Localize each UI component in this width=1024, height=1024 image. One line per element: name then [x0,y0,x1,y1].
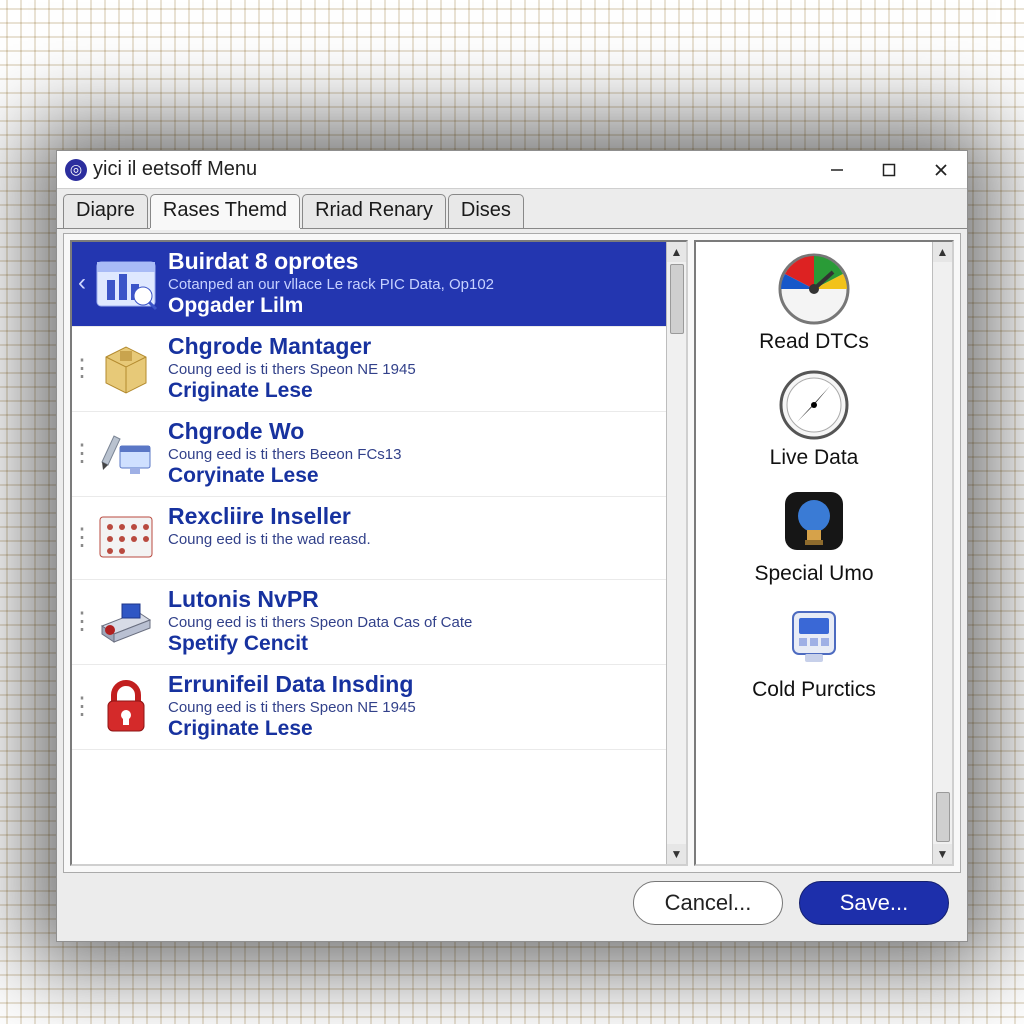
tab-rriad-renary[interactable]: Rriad Renary [302,194,446,228]
list-item[interactable]: ‹ Buirdat 8 oprotes Cotanped an our vlla… [72,242,666,327]
tab-rases-themd[interactable]: Rases Themd [150,194,300,228]
cancel-button[interactable]: Cancel... [633,881,783,925]
list-item[interactable]: ⋮ Errunifeil Data Insding Coung eed is t… [72,665,666,750]
side-item-label: Live Data [700,446,928,470]
tab-diapre[interactable]: Diapre [63,194,148,228]
list-item-subtitle: Coung eed is ti thers Beeon FCs13 [168,446,401,463]
scroll-thumb[interactable] [670,264,684,334]
side-pane: Read DTCs Live Data Special Umo [694,240,954,866]
list-item-subtitle: Coung eed is ti thers Speon NE 1945 [168,361,416,378]
side-list: Read DTCs Live Data Special Umo [696,242,932,710]
main-scrollbar[interactable]: ▲ ▼ [666,242,686,864]
list-item-action: Criginate Lese [168,379,416,403]
app-icon: ◎ [65,159,87,181]
tab-bar: Diapre Rases Themd Rriad Renary Dises [57,189,967,229]
drag-handle-icon[interactable]: ⋮ [74,669,90,743]
list-item[interactable]: ⋮ Chgrode Wo Coung eed is ti thers Beeon… [72,412,666,497]
gauge-color-icon [775,250,853,328]
scroll-thumb[interactable] [936,792,950,842]
list-item-action: Spetify Cencit [168,632,472,656]
list-item-action: Coryinate Lese [168,464,401,488]
scroll-down-icon[interactable]: ▼ [933,844,952,864]
side-item-cold-purctics[interactable]: Cold Purctics [696,594,932,710]
save-button[interactable]: Save... [799,881,949,925]
box-icon [90,331,162,403]
list-item-title: Chgrode Mantager [168,333,416,360]
back-chevron-icon[interactable]: ‹ [74,246,90,320]
drag-handle-icon[interactable]: ⋮ [74,331,90,405]
folder-chart-icon [90,246,162,318]
list-item[interactable]: ⋮ Lutonis NvPR Coung eed is ti thers Spe… [72,580,666,665]
list-item-subtitle: Coung eed is ti the wad reasd. [168,531,371,548]
list-item-title: Rexcliire Inseller [168,503,371,530]
module-grid-icon [90,501,162,573]
window-title: yici il eetsoff Menu [93,158,811,181]
main-pane: ‹ Buirdat 8 oprotes Cotanped an our vlla… [70,240,688,866]
device-icon [775,598,853,676]
maximize-button[interactable] [863,151,915,189]
list-item-subtitle: Cotanped an our vllace Le rack PIC Data,… [168,276,494,293]
tab-dises[interactable]: Dises [448,194,524,228]
scanner-icon [90,584,162,656]
lock-icon [90,669,162,741]
side-item-special-umo[interactable]: Special Umo [696,478,932,594]
list-item[interactable]: ⋮ Rexcliire Inseller Coung eed is ti the… [72,497,666,580]
scroll-up-icon[interactable]: ▲ [667,242,686,262]
drag-handle-icon[interactable]: ⋮ [74,584,90,658]
minimize-button[interactable] [811,151,863,189]
scroll-up-icon[interactable]: ▲ [933,242,952,262]
side-item-read-dtcs[interactable]: Read DTCs [696,246,932,362]
drag-handle-icon[interactable]: ⋮ [74,416,90,490]
close-button[interactable] [915,151,967,189]
drag-handle-icon[interactable]: ⋮ [74,501,90,573]
main-list: ‹ Buirdat 8 oprotes Cotanped an our vlla… [72,242,666,750]
list-item-subtitle: Coung eed is ti thers Speon NE 1945 [168,699,416,716]
pen-monitor-icon [90,416,162,488]
list-item-title: Chgrode Wo [168,418,401,445]
list-item-action: Criginate Lese [168,717,416,741]
side-item-label: Special Umo [700,562,928,586]
list-item-title: Errunifeil Data Insding [168,671,416,698]
compass-icon [775,366,853,444]
footer: Cancel... Save... [633,881,949,925]
list-item-subtitle: Coung eed is ti thers Speon Data Cas of … [168,614,472,631]
list-item[interactable]: ⋮ Chgrode Mantager Coung eed is ti thers… [72,327,666,412]
titlebar: ◎ yici il eetsoff Menu [57,151,967,189]
scroll-down-icon[interactable]: ▼ [667,844,686,864]
client-area: ‹ Buirdat 8 oprotes Cotanped an our vlla… [63,233,961,873]
list-item-title: Buirdat 8 oprotes [168,248,494,275]
list-item-action: Opgader Lilm [168,294,494,318]
side-scrollbar[interactable]: ▲ ▼ [932,242,952,864]
list-item-title: Lutonis NvPR [168,586,472,613]
side-item-live-data[interactable]: Live Data [696,362,932,478]
side-item-label: Read DTCs [700,330,928,354]
app-window: ◎ yici il eetsoff Menu Diapre Rases Them… [56,150,968,942]
bulb-icon [775,482,853,560]
side-item-label: Cold Purctics [700,678,928,702]
